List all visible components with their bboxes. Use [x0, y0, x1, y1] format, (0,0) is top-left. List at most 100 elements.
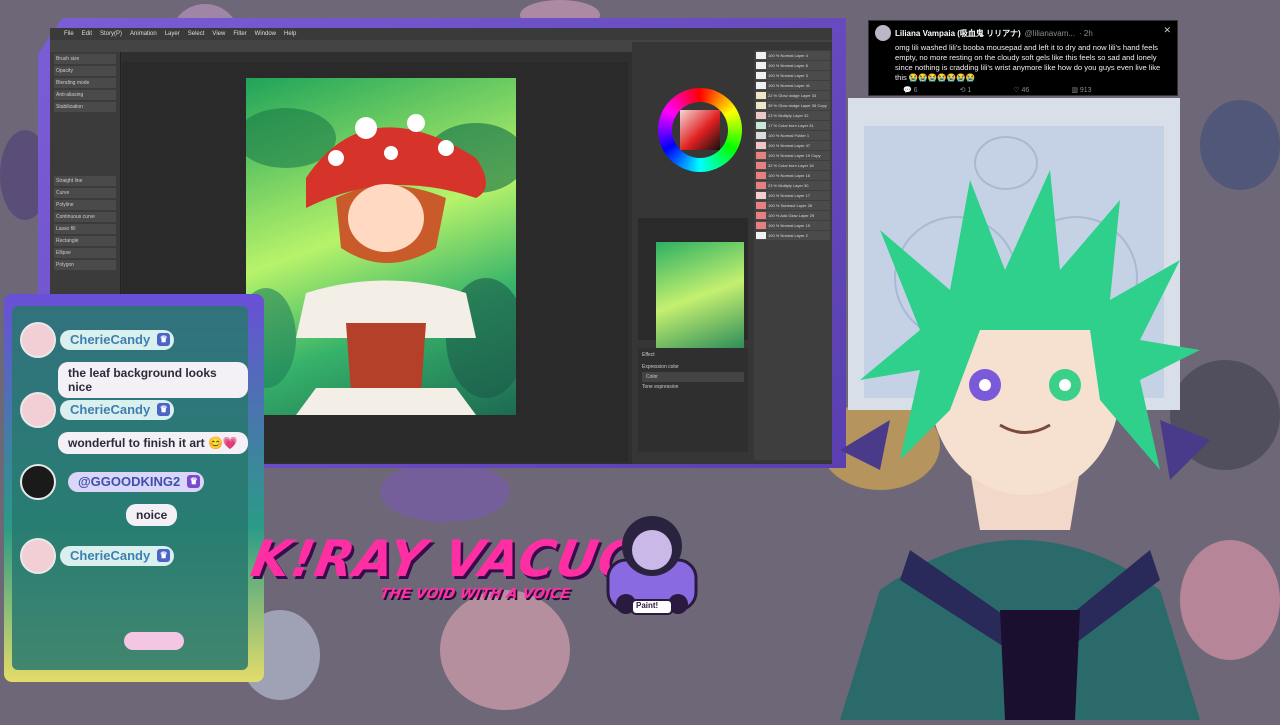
- menu-window[interactable]: Window: [255, 28, 276, 40]
- layer-name: 100 % Normal Layer 4: [768, 53, 808, 58]
- layer-thumbnail: [756, 142, 766, 149]
- menu-select[interactable]: Select: [188, 28, 205, 40]
- layer-name: 23 % Multiply Layer 32: [768, 113, 809, 118]
- layer-name: 100 % Normal Layer 41: [768, 83, 811, 88]
- layer-name: 100 % Normal Layer 47: [768, 143, 811, 148]
- menu-help[interactable]: Help: [284, 28, 296, 40]
- layer-name: 32 % Color burn Layer 18: [768, 163, 814, 168]
- layer-row[interactable]: 100 % Normal Layer 19 Copy: [756, 151, 830, 160]
- layer-property-panel: Effect Expression color Color Tone expre…: [638, 348, 748, 452]
- layer-row[interactable]: 23 % Multiply Layer 30: [756, 181, 830, 190]
- chat-username: @GGOODKING2 ♛: [68, 472, 205, 492]
- menu-file[interactable]: File: [64, 28, 74, 40]
- expression-color-select[interactable]: Color: [642, 372, 744, 382]
- layer-thumbnail: [756, 102, 766, 109]
- layer-row[interactable]: 100 % Normal Layer 17: [756, 191, 830, 200]
- layer-thumbnail: [756, 202, 766, 209]
- chat-text: wonderful to finish it art 😊💗: [58, 432, 248, 454]
- sub-tool-item[interactable]: Ellipse: [54, 248, 116, 258]
- right-panel-dock: Effect Expression color Color Tone expre…: [632, 42, 832, 464]
- color-wheel[interactable]: [658, 88, 742, 172]
- layer-name: 22 % Glow dodge Layer 33: [768, 93, 817, 98]
- tool-row[interactable]: Opacity: [54, 66, 116, 76]
- tool-row[interactable]: Blending mode: [54, 78, 116, 88]
- layer-row[interactable]: 22 % Glow dodge Layer 33: [756, 91, 830, 100]
- tool-row[interactable]: Stabilization: [54, 102, 116, 112]
- tweet-author-name[interactable]: Liliana Vampaia (吸血鬼 リリアナ): [895, 28, 1021, 39]
- chat-input-pill[interactable]: [124, 632, 184, 650]
- sub-tool-item[interactable]: Rectangle: [54, 236, 116, 246]
- reply-count: 6: [913, 87, 918, 94]
- layer-row[interactable]: 100 % Add Glow Layer 29: [756, 211, 830, 220]
- views-count: 913: [1079, 87, 1092, 94]
- chat-username: CherieCandy ♛: [60, 546, 175, 566]
- avatar: [20, 464, 56, 500]
- layer-row[interactable]: 100 % Normal Folder 1: [756, 131, 830, 140]
- tweet-handle[interactable]: @lilianavam...: [1025, 29, 1075, 38]
- sub-tool-item[interactable]: Continuous curve: [54, 212, 116, 222]
- like-icon[interactable]: ♡ 46: [1013, 86, 1029, 94]
- layer-thumbnail: [756, 212, 766, 219]
- retweet-count: 1: [967, 87, 972, 94]
- chat-username-text: CherieCandy: [70, 332, 151, 347]
- mascot-plate: Paint!: [636, 601, 659, 610]
- layer-row[interactable]: 17 % Color burn Layer 31: [756, 121, 830, 130]
- reply-icon[interactable]: 💬 6: [903, 86, 918, 94]
- layer-row[interactable]: 100 % Normal Layer 4: [756, 51, 830, 60]
- layer-row[interactable]: 100 % Normal Layer 8: [756, 61, 830, 70]
- layer-thumbnail: [756, 92, 766, 99]
- menu-story[interactable]: Story(P): [100, 28, 122, 40]
- layer-row[interactable]: 23 % Multiply Layer 32: [756, 111, 830, 120]
- sub-tool-item[interactable]: Lasso fill: [54, 224, 116, 234]
- retweet-icon[interactable]: ⟲ 1: [960, 86, 972, 94]
- layer-thumbnail: [756, 132, 766, 139]
- close-icon[interactable]: ✕: [1163, 25, 1171, 36]
- layer-row[interactable]: 32 % Color burn Layer 18: [756, 161, 830, 170]
- background-sticker: [440, 590, 570, 710]
- menu-animation[interactable]: Animation: [130, 28, 157, 40]
- menu-view[interactable]: View: [212, 28, 225, 40]
- menu-bar: File Edit Story(P) Animation Layer Selec…: [50, 28, 832, 40]
- channel-tagline: THE VOID WITH A VOICE: [378, 586, 572, 602]
- crown-icon: ♛: [187, 475, 201, 488]
- layer-name: 100 % Normal Layer 15: [768, 223, 811, 228]
- layer-name: 100 % Normal Layer 19 Copy: [768, 153, 821, 158]
- avatar[interactable]: [875, 25, 891, 41]
- tweet-header: Liliana Vampaia (吸血鬼 リリアナ) @lilianavam..…: [875, 25, 1171, 41]
- artwork-illustration: [246, 108, 516, 415]
- tool-row[interactable]: Anti-aliasing: [54, 90, 116, 100]
- color-saturation-square[interactable]: [680, 110, 720, 150]
- views-icon[interactable]: ▥ 913: [1071, 86, 1091, 94]
- sub-tool-item[interactable]: Polygon: [54, 260, 116, 270]
- avatar: [20, 392, 56, 428]
- menu-edit[interactable]: Edit: [82, 28, 92, 40]
- navigator-thumbnail[interactable]: [656, 242, 744, 350]
- background-sticker: [380, 462, 510, 522]
- layer-thumbnail: [756, 122, 766, 129]
- layer-row[interactable]: 35 % Glow dodge Layer 35 Copy: [756, 101, 830, 110]
- chat-username: CherieCandy ♛: [60, 330, 175, 350]
- crown-icon: ♛: [157, 333, 171, 346]
- layer-thumbnail: [756, 152, 766, 159]
- tweet-time: · 2h: [1079, 28, 1093, 38]
- layer-row[interactable]: 100 % Normal Layer 2: [756, 231, 830, 240]
- layer-row[interactable]: 100 % Normal Layer 16: [756, 171, 830, 180]
- layer-row[interactable]: 100 % Normal Layer 47: [756, 141, 830, 150]
- layer-row[interactable]: 100 % Normal Layer 41: [756, 81, 830, 90]
- sub-tool-item[interactable]: Straight line: [54, 176, 116, 186]
- expression-color-label: Expression color: [642, 364, 679, 370]
- avatar: [20, 322, 56, 358]
- layer-row[interactable]: 100 % Normal Layer 3: [756, 71, 830, 80]
- layer-thumbnail: [756, 72, 766, 79]
- sub-tool-item[interactable]: Curve: [54, 188, 116, 198]
- mushroom-girl-artwork[interactable]: [246, 78, 516, 415]
- menu-layer[interactable]: Layer: [165, 28, 180, 40]
- layer-row[interactable]: 100 % Subtract Layer 28: [756, 201, 830, 210]
- tool-row[interactable]: Brush size: [54, 54, 116, 64]
- tweet-body: omg lili washed lili's booba mousepad an…: [895, 43, 1161, 82]
- layer-thumbnail: [756, 112, 766, 119]
- sub-tool-item[interactable]: Polyline: [54, 200, 116, 210]
- layer-name: 100 % Normal Layer 3: [768, 73, 808, 78]
- layer-row[interactable]: 100 % Normal Layer 15: [756, 221, 830, 230]
- menu-filter[interactable]: Filter: [233, 28, 246, 40]
